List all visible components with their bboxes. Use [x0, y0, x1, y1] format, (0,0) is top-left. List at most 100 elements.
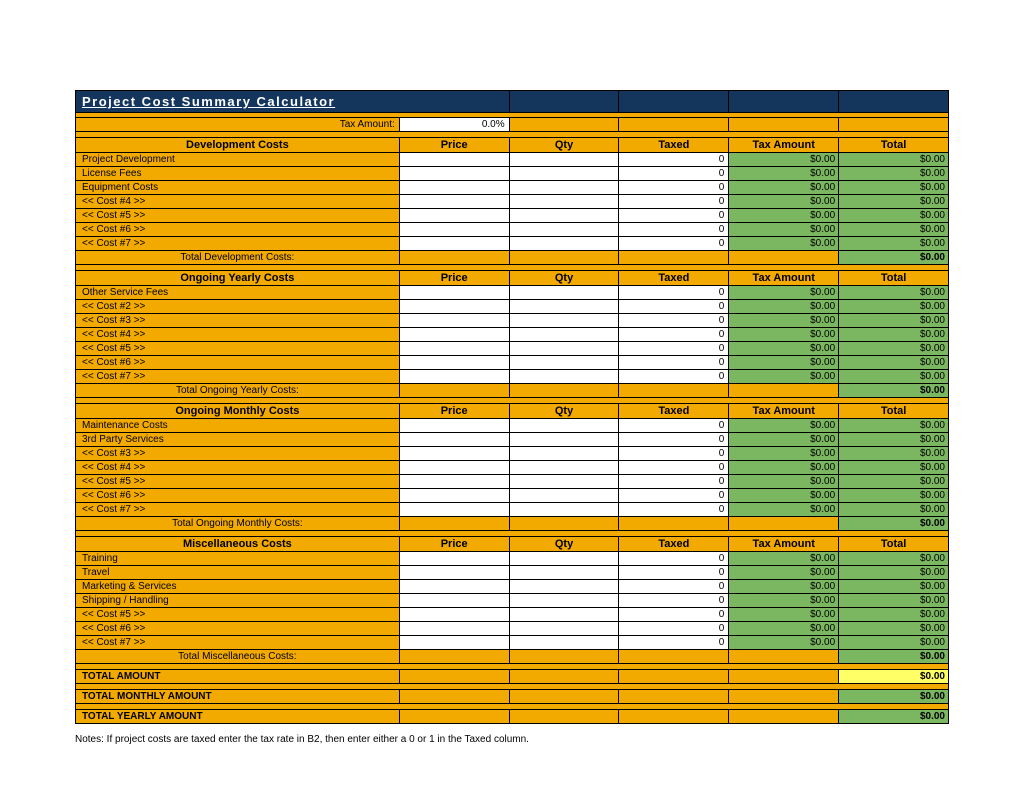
subtotal-label: Total Miscellaneous Costs: [76, 650, 400, 664]
taxed-cell[interactable]: 0 [619, 608, 729, 622]
qty-cell[interactable] [509, 209, 619, 223]
price-cell[interactable] [399, 433, 509, 447]
qty-cell[interactable] [509, 503, 619, 517]
qty-cell[interactable] [509, 594, 619, 608]
taxed-cell[interactable]: 0 [619, 461, 729, 475]
qty-cell[interactable] [509, 475, 619, 489]
price-cell[interactable] [399, 608, 509, 622]
qty-cell[interactable] [509, 328, 619, 342]
tax-amount-cell: $0.00 [729, 328, 839, 342]
qty-cell[interactable] [509, 447, 619, 461]
tax-amount-cell: $0.00 [729, 580, 839, 594]
price-cell[interactable] [399, 475, 509, 489]
row-total-cell: $0.00 [839, 223, 949, 237]
taxed-cell[interactable]: 0 [619, 195, 729, 209]
qty-cell[interactable] [509, 237, 619, 251]
taxed-cell[interactable]: 0 [619, 447, 729, 461]
qty-cell[interactable] [509, 419, 619, 433]
qty-cell[interactable] [509, 370, 619, 384]
price-cell[interactable] [399, 580, 509, 594]
price-cell[interactable] [399, 342, 509, 356]
price-cell[interactable] [399, 552, 509, 566]
qty-cell[interactable] [509, 181, 619, 195]
qty-cell[interactable] [509, 461, 619, 475]
qty-cell[interactable] [509, 314, 619, 328]
row-total-cell: $0.00 [839, 153, 949, 167]
taxed-cell[interactable]: 0 [619, 181, 729, 195]
price-cell[interactable] [399, 300, 509, 314]
price-cell[interactable] [399, 489, 509, 503]
price-cell[interactable] [399, 622, 509, 636]
taxed-cell[interactable]: 0 [619, 552, 729, 566]
taxed-cell[interactable]: 0 [619, 622, 729, 636]
price-cell[interactable] [399, 419, 509, 433]
column-header: Total [839, 404, 949, 419]
qty-cell[interactable] [509, 433, 619, 447]
taxed-cell[interactable]: 0 [619, 223, 729, 237]
price-cell[interactable] [399, 447, 509, 461]
cost-label: Other Service Fees [76, 286, 400, 300]
taxed-cell[interactable]: 0 [619, 370, 729, 384]
qty-cell[interactable] [509, 195, 619, 209]
taxed-cell[interactable]: 0 [619, 342, 729, 356]
qty-cell[interactable] [509, 489, 619, 503]
tax-value[interactable]: 0.0% [399, 118, 509, 132]
taxed-cell[interactable]: 0 [619, 286, 729, 300]
qty-cell[interactable] [509, 342, 619, 356]
taxed-cell[interactable]: 0 [619, 636, 729, 650]
taxed-cell[interactable]: 0 [619, 167, 729, 181]
qty-cell[interactable] [509, 608, 619, 622]
taxed-cell[interactable]: 0 [619, 489, 729, 503]
qty-cell[interactable] [509, 552, 619, 566]
qty-cell[interactable] [509, 566, 619, 580]
column-header: Price [399, 271, 509, 286]
taxed-cell[interactable]: 0 [619, 503, 729, 517]
taxed-cell[interactable]: 0 [619, 356, 729, 370]
price-cell[interactable] [399, 209, 509, 223]
price-cell[interactable] [399, 153, 509, 167]
price-cell[interactable] [399, 167, 509, 181]
taxed-cell[interactable]: 0 [619, 209, 729, 223]
price-cell[interactable] [399, 181, 509, 195]
qty-cell[interactable] [509, 167, 619, 181]
qty-cell[interactable] [509, 622, 619, 636]
taxed-cell[interactable]: 0 [619, 300, 729, 314]
price-cell[interactable] [399, 195, 509, 209]
taxed-cell[interactable]: 0 [619, 594, 729, 608]
qty-cell[interactable] [509, 636, 619, 650]
taxed-cell[interactable]: 0 [619, 153, 729, 167]
qty-cell[interactable] [509, 356, 619, 370]
tax-amount-cell: $0.00 [729, 552, 839, 566]
price-cell[interactable] [399, 566, 509, 580]
section-header: Ongoing Monthly Costs [76, 404, 400, 419]
qty-cell[interactable] [509, 286, 619, 300]
price-cell[interactable] [399, 314, 509, 328]
qty-cell[interactable] [509, 153, 619, 167]
price-cell[interactable] [399, 370, 509, 384]
price-cell[interactable] [399, 237, 509, 251]
price-cell[interactable] [399, 356, 509, 370]
taxed-cell[interactable]: 0 [619, 328, 729, 342]
subtotal-label: Total Development Costs: [76, 251, 400, 265]
qty-cell[interactable] [509, 580, 619, 594]
taxed-cell[interactable]: 0 [619, 419, 729, 433]
row-total-cell: $0.00 [839, 342, 949, 356]
qty-cell[interactable] [509, 300, 619, 314]
taxed-cell[interactable]: 0 [619, 580, 729, 594]
row-total-cell: $0.00 [839, 419, 949, 433]
taxed-cell[interactable]: 0 [619, 237, 729, 251]
price-cell[interactable] [399, 286, 509, 300]
price-cell[interactable] [399, 594, 509, 608]
price-cell[interactable] [399, 636, 509, 650]
price-cell[interactable] [399, 223, 509, 237]
price-cell[interactable] [399, 328, 509, 342]
taxed-cell[interactable]: 0 [619, 475, 729, 489]
qty-cell[interactable] [509, 223, 619, 237]
cost-summary-table: Project Cost Summary CalculatorTax Amoun… [75, 90, 949, 724]
price-cell[interactable] [399, 503, 509, 517]
taxed-cell[interactable]: 0 [619, 433, 729, 447]
row-total-cell: $0.00 [839, 447, 949, 461]
taxed-cell[interactable]: 0 [619, 314, 729, 328]
price-cell[interactable] [399, 461, 509, 475]
taxed-cell[interactable]: 0 [619, 566, 729, 580]
